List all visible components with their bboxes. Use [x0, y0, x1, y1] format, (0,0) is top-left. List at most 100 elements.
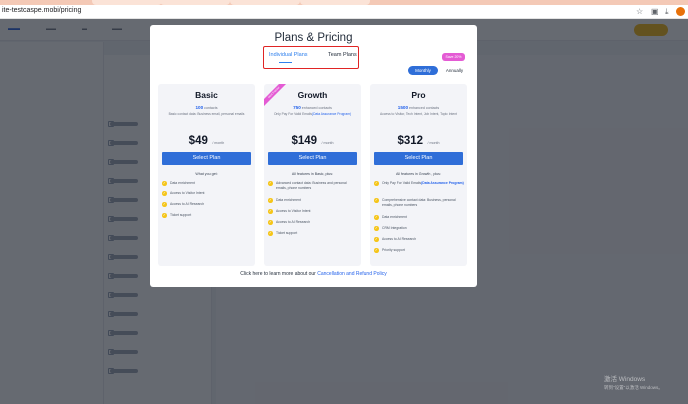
- check-icon: ✓: [374, 248, 379, 253]
- plan-card-growth: Most Popular Growth 750 enhanced contact…: [264, 84, 361, 266]
- plan-description: Access to Visitor, Tech Intent, Job Inte…: [380, 112, 457, 116]
- feature-item: ✓ Access to Visitor Intent: [268, 209, 358, 214]
- contacts-label: enhanced contacts: [409, 106, 440, 110]
- feature-item: ✓ Access to Visitor Intent: [162, 191, 252, 196]
- check-icon: ✓: [374, 198, 379, 203]
- modal-title: Plans & Pricing: [274, 32, 353, 44]
- feature-text: Access to AI Research: [276, 220, 311, 224]
- feature-text: Access to Visitor Intent: [170, 191, 205, 195]
- check-icon: ✓: [268, 198, 273, 203]
- plan-contacts: 750 enhanced contacts: [264, 105, 361, 110]
- feature-item: ✓ Data enrichment: [374, 215, 464, 220]
- contacts-count: 1500: [397, 105, 409, 110]
- tab-individual-plans[interactable]: Individual Plans: [269, 52, 308, 58]
- feature-item: ✓ Only Pay For Valid Emails(Data Assuranc…: [374, 181, 464, 186]
- plan-contacts: 100 contacts: [158, 105, 255, 110]
- check-icon: ✓: [268, 220, 273, 225]
- footer-text: Click here to learn more about our: [240, 271, 316, 277]
- check-icon: ✓: [268, 231, 273, 236]
- plan-card-pro: Pro 1500 enhanced contacts Access to Vis…: [370, 84, 467, 266]
- price-amount: $149: [291, 135, 318, 147]
- feature-item: ✓ Advanced contact data: Business and per…: [268, 181, 358, 190]
- active-tab-indicator: [279, 62, 292, 63]
- feature-text: Only Pay For Valid Emails: [382, 181, 422, 185]
- feature-text: Ticket support: [170, 213, 192, 217]
- check-icon: ✓: [162, 213, 167, 218]
- plan-contacts: 1500 enhanced contacts: [370, 105, 467, 110]
- address-bar[interactable]: ite-testcaspe.mobi/pricing ☆ ▣ ⤓: [0, 5, 688, 19]
- refund-policy-link[interactable]: Cancellation and Refund Policy: [317, 271, 387, 277]
- plan-price: $49 / month: [158, 131, 255, 149]
- check-icon: ✓: [162, 191, 167, 196]
- price-period: / month: [427, 141, 440, 145]
- feature-text: Comprehensive contact data: Business, pe…: [382, 198, 456, 207]
- billing-toggle: Monthly Annually: [408, 66, 467, 75]
- check-icon: ✓: [268, 181, 273, 186]
- features-title: All features in Basic, plus:: [291, 172, 334, 176]
- feature-text: Priority support: [382, 248, 405, 252]
- billing-annually-button[interactable]: Annually: [442, 66, 467, 75]
- select-plan-button[interactable]: Select Plan: [374, 152, 463, 165]
- feature-item: ✓ CRM Integration: [374, 226, 464, 231]
- tab-team-plans[interactable]: Team Plans: [328, 52, 357, 58]
- download-icon[interactable]: ⤓: [665, 7, 669, 17]
- check-icon: ✓: [374, 237, 379, 242]
- feature-text: Access to AI Research: [382, 237, 417, 241]
- address-url[interactable]: ite-testcaspe.mobi/pricing: [2, 7, 81, 14]
- plan-name: Basic: [195, 90, 218, 100]
- feature-item: ✓ Access to AI Research: [268, 220, 358, 225]
- feature-item: ✓ Priority support: [374, 248, 464, 253]
- price-period: / month: [212, 141, 225, 145]
- contacts-count: 750: [293, 105, 301, 110]
- refund-policy-note: Click here to learn more about our Cance…: [150, 271, 477, 277]
- features-title: What you get:: [195, 172, 218, 176]
- feature-item: ✓ Access to AI Research: [162, 202, 252, 207]
- star-icon[interactable]: ☆: [636, 7, 643, 17]
- profile-avatar[interactable]: [676, 7, 685, 16]
- windows-activation-watermark: 激活 Windows 转到"设置"以激活 Windows。: [604, 376, 663, 392]
- check-icon: ✓: [374, 215, 379, 220]
- plan-name: Growth: [297, 90, 328, 100]
- feature-text: Access to Visitor Intent: [276, 209, 311, 213]
- feature-item: ✓ Ticket support: [162, 213, 252, 218]
- contacts-label: contacts: [204, 106, 218, 110]
- contacts-count: 100: [195, 105, 204, 110]
- watermark-line: 激活 Windows: [604, 376, 646, 383]
- contacts-label: enhanced contacts: [301, 106, 332, 110]
- select-plan-button[interactable]: Select Plan: [268, 152, 357, 165]
- billing-monthly-button[interactable]: Monthly: [408, 66, 438, 75]
- check-icon: ✓: [162, 202, 167, 207]
- check-icon: ✓: [374, 181, 379, 186]
- feature-text: CRM Integration: [382, 226, 407, 230]
- feature-item: ✓ Data enrichment: [162, 181, 252, 186]
- plan-price: $149 / month: [264, 131, 361, 149]
- feature-item: ✓ Comprehensive contact data: Business, p…: [374, 198, 464, 207]
- price-amount: $49: [188, 135, 208, 147]
- feature-item: ✓ Access to AI Research: [374, 237, 464, 242]
- plan-name: Pro: [411, 90, 426, 100]
- plan-price: $312 / month: [370, 131, 467, 149]
- plan-description: Only Pay For Valid Emails(Data Assurance…: [268, 112, 357, 117]
- check-icon: ✓: [374, 226, 379, 231]
- data-assurance-link[interactable]: (Data Assurance Program): [421, 181, 464, 185]
- feature-item: ✓ Ticket support: [268, 231, 358, 236]
- feature-text: Data enrichment: [382, 215, 407, 219]
- plan-type-tabs: Individual Plans Team Plans: [263, 46, 359, 69]
- price-period: / month: [321, 141, 334, 145]
- extensions-icon[interactable]: ▣: [651, 7, 659, 17]
- description-text: Only Pay For Valid Emails: [273, 112, 313, 116]
- data-assurance-link[interactable]: (Data Assurance Program): [312, 112, 351, 116]
- features-title: All features in Growth , plus:: [396, 172, 441, 176]
- feature-item: ✓ Data enrichment: [268, 198, 358, 203]
- feature-text: Access to AI Research: [170, 202, 205, 206]
- feature-text: Data enrichment: [276, 198, 301, 202]
- plan-description: Basic contact data: Business email, pers…: [168, 112, 245, 116]
- feature-text: Advanced contact data: Business and pers…: [276, 181, 347, 190]
- check-icon: ✓: [268, 209, 273, 214]
- save-badge: Save 20%: [442, 53, 465, 61]
- check-icon: ✓: [162, 181, 167, 186]
- feature-text: Data enrichment: [170, 181, 195, 185]
- plan-card-basic: Basic 100 contacts Basic contact data: B…: [158, 84, 255, 266]
- select-plan-button[interactable]: Select Plan: [162, 152, 251, 165]
- feature-text: Ticket support: [276, 231, 298, 235]
